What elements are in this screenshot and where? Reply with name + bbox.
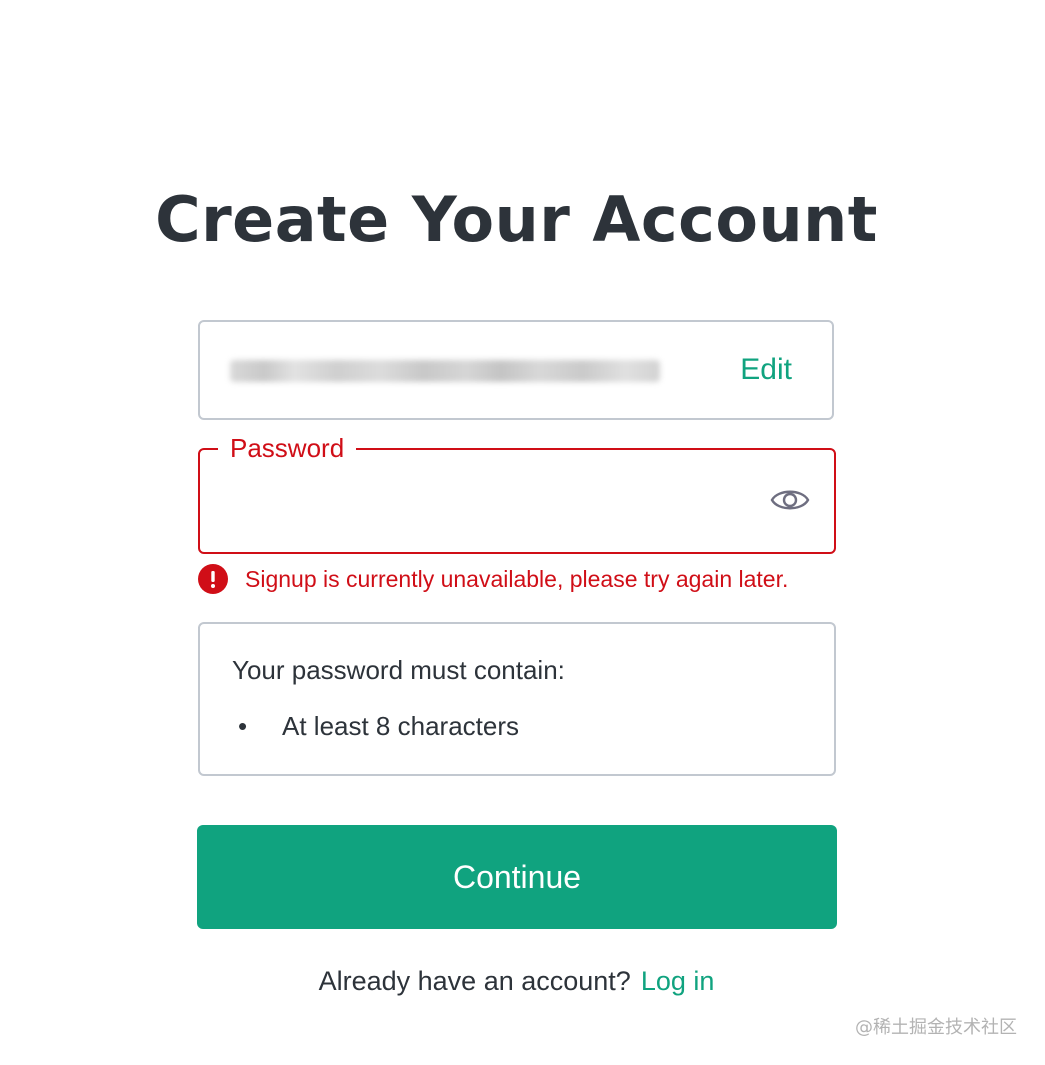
watermark: @稀土掘金技术社区 (855, 1017, 1017, 1038)
password-input[interactable] (228, 478, 752, 528)
continue-button[interactable]: Continue (197, 825, 837, 929)
login-prompt-text: Already have an account? (318, 966, 631, 996)
password-field[interactable]: Password (198, 431, 836, 554)
eye-icon[interactable] (770, 484, 810, 516)
page-title: Create Your Account (155, 183, 878, 256)
login-prompt-row: Already have an account? Log in (0, 962, 1033, 1000)
login-link[interactable]: Log in (641, 966, 715, 996)
requirement-item: • At least 8 characters (238, 708, 519, 744)
email-value-blurred (230, 360, 660, 382)
error-message: Signup is currently unavailable, please … (245, 566, 789, 592)
exclamation-circle-icon (198, 564, 228, 594)
password-label: Password (218, 431, 357, 465)
bullet: • (238, 711, 248, 741)
edit-email-link[interactable]: Edit (740, 350, 792, 390)
password-requirements: Your password must contain: • At least 8 … (198, 622, 836, 776)
email-display-field: Edit (198, 320, 834, 420)
requirement-text: At least 8 characters (282, 711, 519, 741)
requirements-title: Your password must contain: (232, 655, 565, 685)
error-message-row: Signup is currently unavailable, please … (198, 563, 858, 595)
